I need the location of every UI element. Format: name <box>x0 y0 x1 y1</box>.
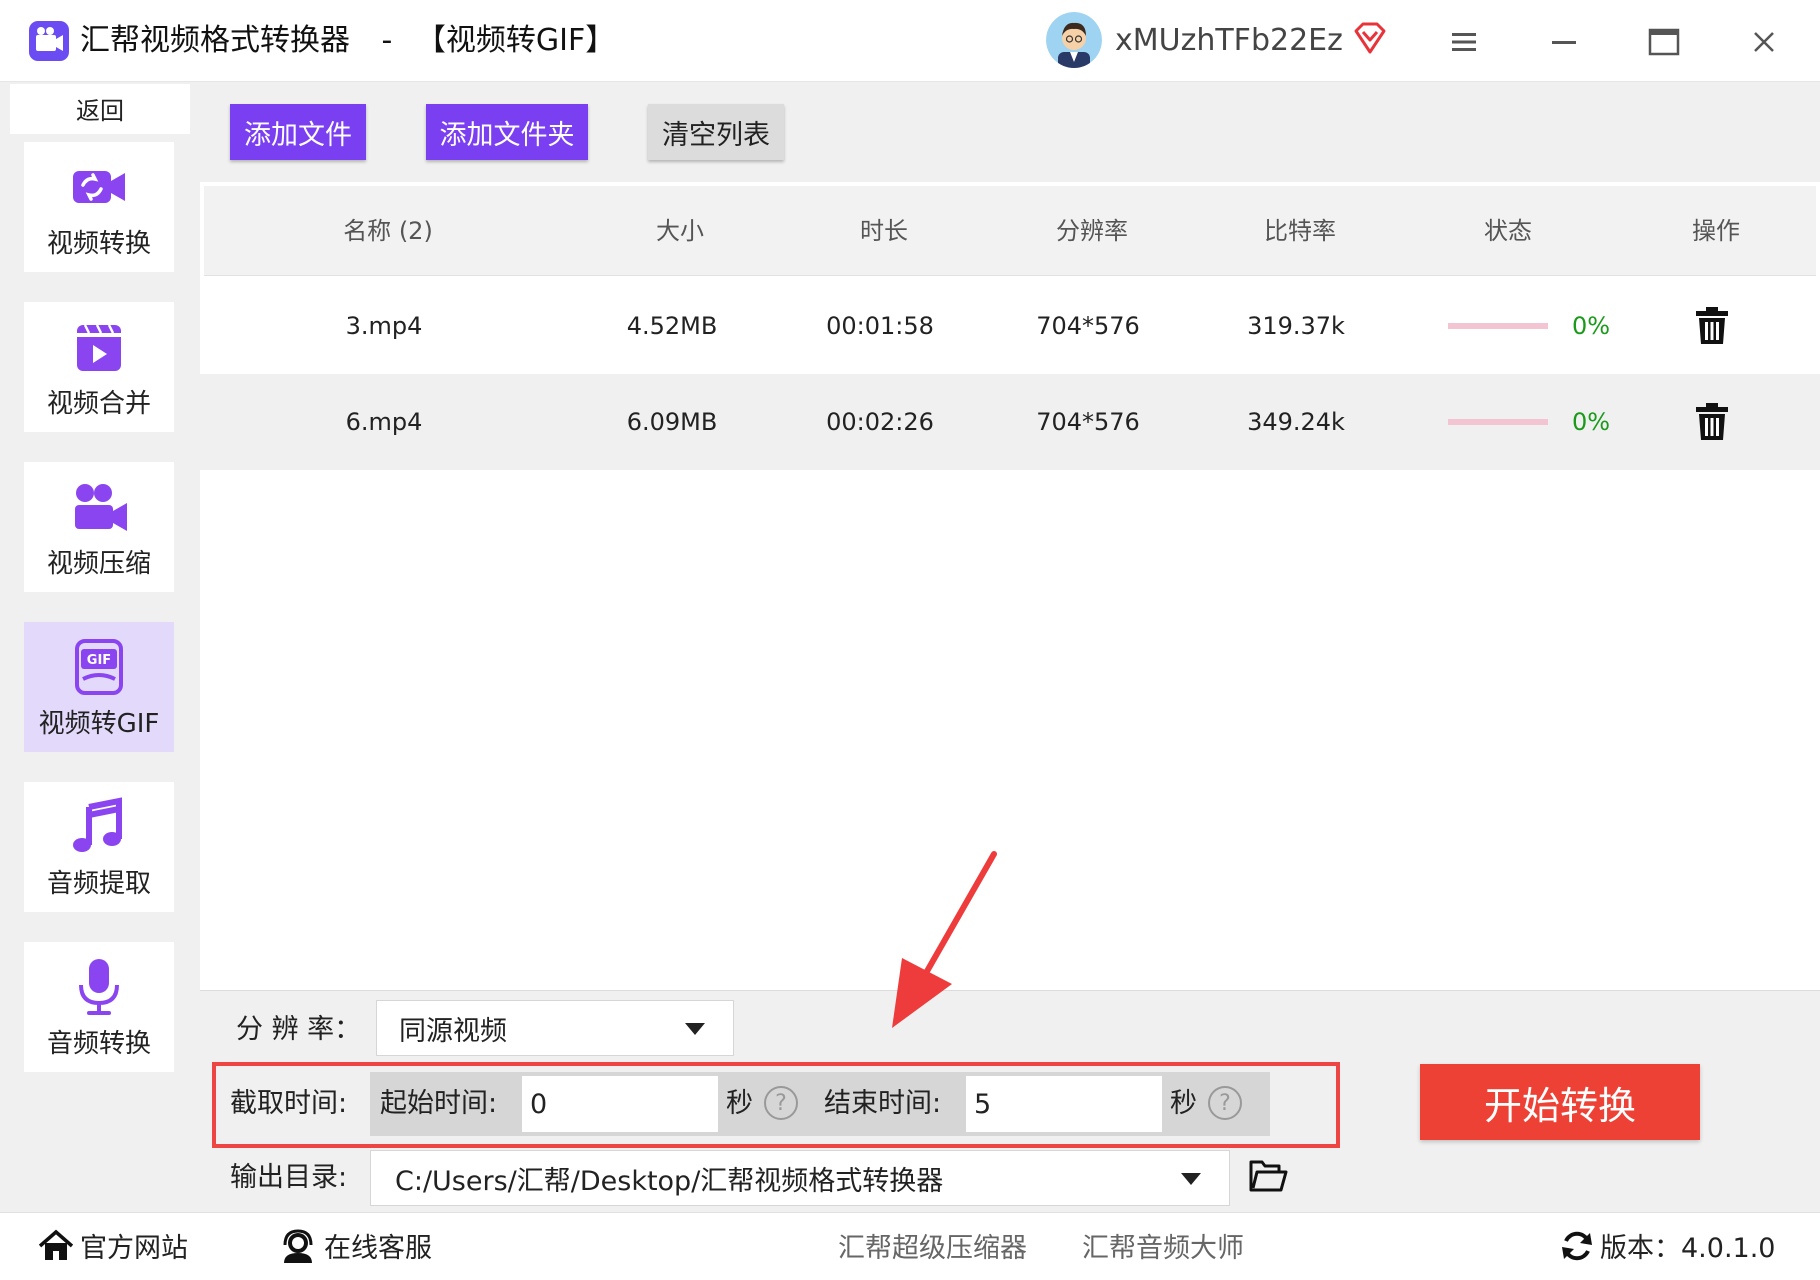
start-convert-button[interactable]: 开始转换 <box>1420 1064 1700 1140</box>
progress-percent: 0% <box>1572 312 1611 340</box>
window-title: 汇帮视频格式转换器 - 【视频转GIF】 <box>80 18 615 64</box>
official-website-label: 官方网站 <box>80 1233 188 1264</box>
chevron-down-icon <box>685 1023 705 1035</box>
menu-icon[interactable] <box>1444 22 1484 62</box>
column-header-size: 大小 <box>656 217 704 245</box>
file-duration: 00:02:26 <box>826 408 934 436</box>
output-dir-label: 输出目录: <box>230 1162 348 1193</box>
output-dir-select[interactable]: C:/Users/汇帮/Desktop/汇帮视频格式转换器 <box>370 1150 1230 1206</box>
progress-bar <box>1448 419 1548 425</box>
file-bitrate: 319.37k <box>1247 312 1345 340</box>
file-resolution: 704*576 <box>1036 408 1140 436</box>
microphone-icon <box>79 958 119 1015</box>
back-button[interactable]: 返回 <box>10 84 190 134</box>
column-header-name[interactable]: 名称 (2) <box>288 186 488 276</box>
output-path: C:/Users/汇帮/Desktop/汇帮视频格式转换器 <box>395 1165 944 1197</box>
file-bitrate: 349.24k <box>1247 408 1345 436</box>
help-icon[interactable]: ? <box>1208 1086 1242 1120</box>
end-time-input[interactable]: 5 <box>966 1076 1162 1132</box>
column-header-status: 状态 <box>1484 217 1532 245</box>
column-header-bitrate: 比特率 <box>1264 217 1336 245</box>
sidebar-item-video-to-gif[interactable]: GIF 视频转GIF <box>24 622 174 752</box>
file-resolution: 704*576 <box>1036 312 1140 340</box>
mode-name: 【视频转GIF】 <box>415 23 616 58</box>
home-icon <box>38 1229 74 1260</box>
video-merge-icon <box>77 323 121 371</box>
version-label: 版本：4.0.1.0 <box>1600 1233 1776 1264</box>
add-folder-button[interactable]: 添加文件夹 <box>426 104 588 160</box>
clip-time-label: 截取时间: <box>230 1088 348 1119</box>
official-website-link[interactable]: 官方网站 <box>38 1226 188 1265</box>
video-convert-icon <box>73 170 125 203</box>
online-support-link[interactable]: 在线客服 <box>280 1226 432 1265</box>
audio-master-link[interactable]: 汇帮音频大师 <box>1082 1226 1244 1265</box>
sidebar-item-label: 视频压缩 <box>46 548 151 579</box>
title-separator: - <box>381 23 393 58</box>
username[interactable]: xMUzhTFb22Ez <box>1115 20 1343 62</box>
vip-diamond-icon[interactable] <box>1352 20 1388 56</box>
delete-trash-icon[interactable] <box>1694 402 1730 442</box>
svg-text:GIF: GIF <box>87 653 111 668</box>
file-duration: 00:01:58 <box>826 312 934 340</box>
sidebar-item-label: 视频转换 <box>46 228 151 259</box>
file-name: 3.mp4 <box>345 312 423 340</box>
resolution-value: 同源视频 <box>399 1015 507 1047</box>
column-header-resolution: 分辨率 <box>1056 217 1128 245</box>
refresh-icon <box>1562 1231 1592 1260</box>
app-logo-icon <box>28 20 70 62</box>
avatar[interactable] <box>1046 12 1102 68</box>
end-unit: 秒 <box>1170 1088 1197 1119</box>
file-name: 6.mp4 <box>345 408 423 436</box>
start-unit: 秒 <box>726 1088 753 1119</box>
chevron-down-icon <box>1181 1173 1201 1185</box>
sidebar-item-audio-convert[interactable]: 音频转换 <box>24 942 174 1072</box>
resolution-select[interactable]: 同源视频 <box>376 1000 734 1056</box>
column-header-duration: 时长 <box>860 217 908 245</box>
file-size: 6.09MB <box>626 408 718 436</box>
clear-list-button[interactable]: 清空列表 <box>648 104 784 160</box>
column-header-actions: 操作 <box>1692 217 1740 245</box>
sidebar-item-label: 视频转GIF <box>38 708 160 739</box>
version-info[interactable]: 版本：4.0.1.0 <box>1560 1226 1775 1265</box>
app-name: 汇帮视频格式转换器 <box>80 23 350 58</box>
sidebar-item-video-convert[interactable]: 视频转换 <box>24 142 174 272</box>
open-folder-icon[interactable] <box>1248 1158 1288 1194</box>
progress-bar <box>1448 323 1548 329</box>
start-time-label: 起始时间: <box>380 1088 498 1119</box>
sidebar-item-audio-extract[interactable]: 音频提取 <box>24 782 174 912</box>
progress-percent: 0% <box>1572 408 1611 436</box>
video-compress-icon <box>75 483 127 531</box>
headset-icon <box>283 1228 313 1263</box>
music-note-icon <box>73 796 122 852</box>
add-file-button[interactable]: 添加文件 <box>230 104 366 160</box>
gif-icon: GIF <box>75 638 123 695</box>
start-time-input[interactable]: 0 <box>522 1076 718 1132</box>
sidebar-item-label: 音频提取 <box>46 868 151 899</box>
file-size: 4.52MB <box>626 312 718 340</box>
maximize-icon[interactable] <box>1644 22 1684 62</box>
close-icon[interactable] <box>1744 22 1784 62</box>
sidebar-item-label: 视频合并 <box>46 388 151 419</box>
delete-trash-icon[interactable] <box>1694 306 1730 346</box>
super-compressor-link[interactable]: 汇帮超级压缩器 <box>838 1226 1027 1265</box>
sidebar-item-video-compress[interactable]: 视频压缩 <box>24 462 174 592</box>
online-support-label: 在线客服 <box>324 1233 432 1264</box>
help-icon[interactable]: ? <box>764 1086 798 1120</box>
resolution-label: 分 辨 率： <box>236 1014 362 1045</box>
end-time-label: 结束时间: <box>824 1088 942 1119</box>
sidebar-item-video-merge[interactable]: 视频合并 <box>24 302 174 432</box>
annotation-arrow <box>880 850 1000 1030</box>
minimize-icon[interactable] <box>1544 22 1584 62</box>
sidebar-item-label: 音频转换 <box>46 1028 151 1059</box>
